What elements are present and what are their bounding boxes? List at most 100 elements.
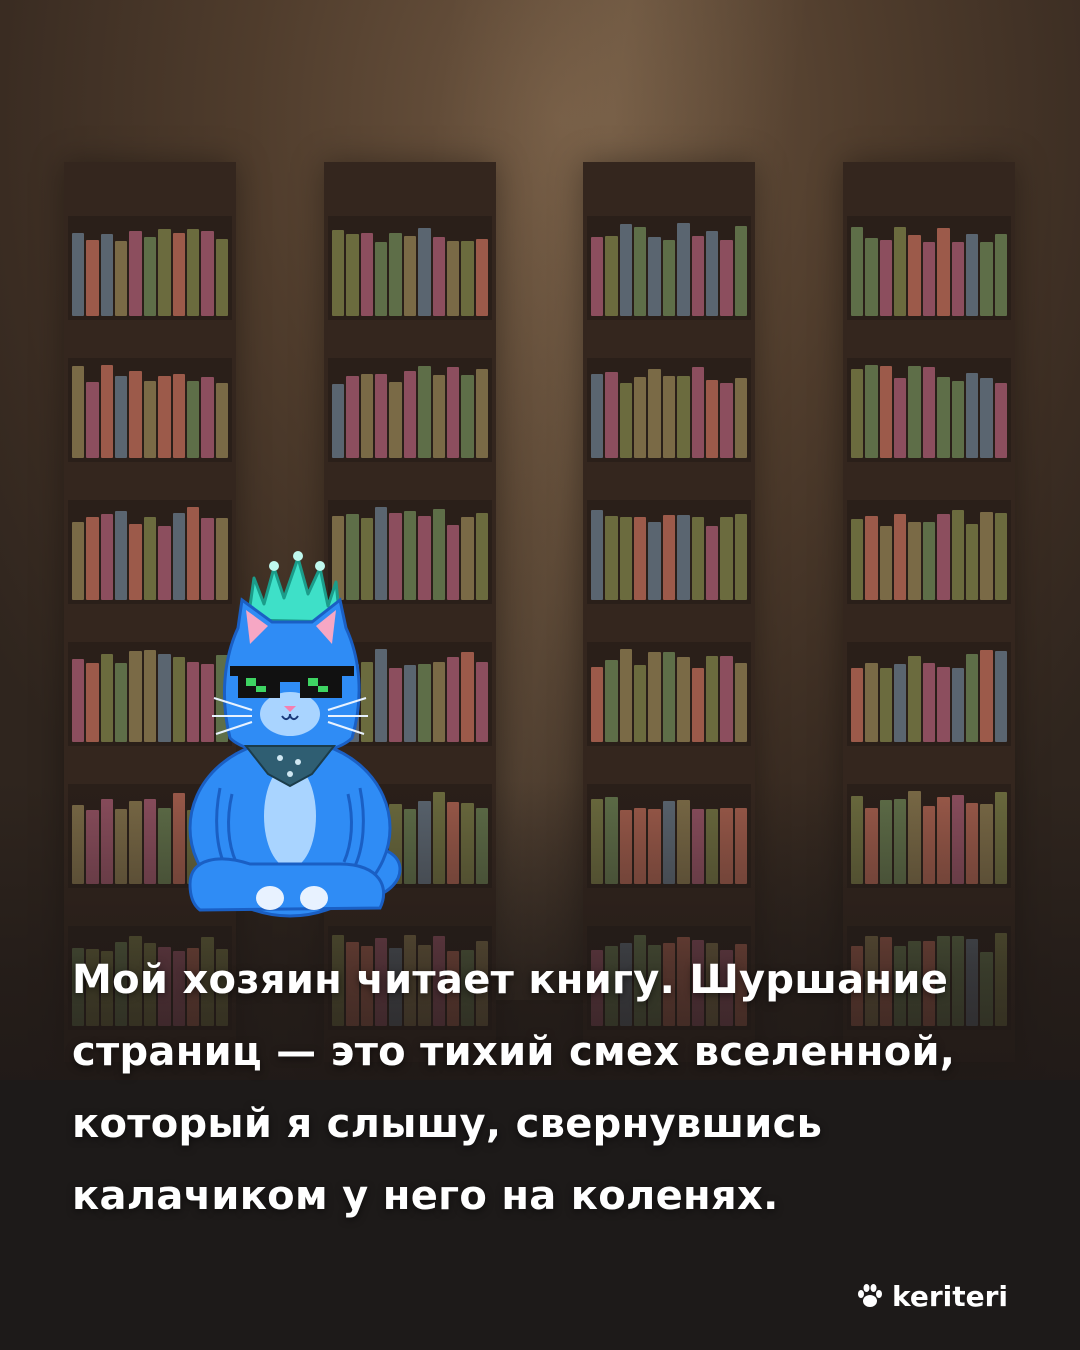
book-spine xyxy=(432,509,445,600)
book-spine xyxy=(648,369,661,458)
book-spine xyxy=(201,231,214,316)
book-spine xyxy=(100,234,114,316)
book-shelf xyxy=(68,358,232,462)
book-spine xyxy=(937,514,950,600)
book-spine xyxy=(937,667,950,742)
book-spine xyxy=(662,652,676,742)
book-shelf xyxy=(587,642,751,746)
book-spine xyxy=(980,378,993,458)
book-spine xyxy=(691,236,704,316)
book-spine xyxy=(115,241,128,316)
book-spine xyxy=(619,383,633,458)
book-spine xyxy=(418,664,431,742)
book-spine xyxy=(734,378,747,458)
book-spine xyxy=(634,517,647,600)
book-spine xyxy=(129,524,142,600)
book-spine xyxy=(677,376,690,458)
book-spine xyxy=(332,230,345,316)
book-spine xyxy=(605,372,618,458)
book-shelf xyxy=(587,216,751,320)
book-spine xyxy=(591,510,604,600)
book-spine xyxy=(403,371,417,458)
book-spine xyxy=(143,517,157,600)
book-spine xyxy=(461,241,474,316)
book-spine xyxy=(691,517,704,600)
book-spine xyxy=(86,240,99,316)
book-spine xyxy=(894,514,907,600)
book-spine xyxy=(115,663,128,742)
paw-icon xyxy=(857,1284,882,1307)
book-spine xyxy=(634,665,647,742)
book-spine xyxy=(922,663,936,742)
book-spine xyxy=(720,240,733,316)
book-spine xyxy=(720,656,733,742)
book-spine xyxy=(677,515,690,600)
book-spine xyxy=(937,377,950,458)
caption-line-2: страниц — это тихий смех вселенной, xyxy=(72,1029,956,1075)
book-spine xyxy=(937,228,950,316)
book-shelf xyxy=(847,216,1011,320)
book-spine xyxy=(965,234,979,316)
book-spine xyxy=(662,240,676,316)
book-spine xyxy=(705,231,719,316)
book-spine xyxy=(475,239,488,316)
book-spine xyxy=(908,366,921,458)
book-spine xyxy=(922,367,936,458)
book-spine xyxy=(691,367,704,458)
book-spine xyxy=(186,229,200,316)
book-spine xyxy=(980,512,993,600)
book-spine xyxy=(375,242,388,316)
book-spine xyxy=(158,376,171,458)
book-spine xyxy=(851,369,864,458)
book-spine xyxy=(865,516,878,600)
book-spine xyxy=(418,228,431,316)
book-spine xyxy=(172,374,185,458)
book-spine xyxy=(851,668,864,742)
blue-cat-illustration xyxy=(188,551,402,918)
book-spine xyxy=(475,662,488,742)
book-spine xyxy=(894,664,907,742)
book-spine xyxy=(129,231,142,316)
book-spine xyxy=(734,226,747,316)
book-shelf xyxy=(847,500,1011,604)
book-spine xyxy=(879,526,893,600)
story-caption: Мой хозяин читает книгу. Шуршание страни… xyxy=(72,944,1022,1232)
book-spine xyxy=(865,663,878,742)
book-spine xyxy=(591,237,604,316)
book-spine xyxy=(475,513,488,600)
book-spine xyxy=(389,233,402,316)
book-spine xyxy=(634,227,647,316)
book-spine xyxy=(865,365,878,458)
book-spine xyxy=(994,513,1007,600)
book-shelf xyxy=(587,500,751,604)
book-spine xyxy=(446,367,460,458)
book-spine xyxy=(879,240,893,316)
book-spine xyxy=(662,515,676,600)
book-spine xyxy=(922,522,936,600)
book-spine xyxy=(158,654,171,742)
book-spine xyxy=(461,652,474,742)
book-spine xyxy=(619,517,633,600)
book-spine xyxy=(432,237,445,316)
book-spine xyxy=(634,377,647,458)
caption-line-1: Мой хозяин читает книгу. Шуршание xyxy=(72,957,949,1003)
book-spine xyxy=(705,380,719,458)
book-spine xyxy=(100,514,114,600)
book-spine xyxy=(605,516,618,600)
book-spine xyxy=(951,381,964,458)
book-spine xyxy=(72,233,85,316)
book-spine xyxy=(403,236,417,316)
book-spine xyxy=(432,375,445,458)
book-spine xyxy=(346,376,359,458)
book-shelf xyxy=(587,358,751,462)
book-spine xyxy=(591,667,604,742)
book-spine xyxy=(965,373,979,458)
book-spine xyxy=(215,239,228,316)
book-spine xyxy=(360,233,374,316)
book-spine xyxy=(648,652,661,742)
book-spine xyxy=(129,651,142,742)
book-spine xyxy=(591,374,604,458)
book-spine xyxy=(475,369,488,458)
book-spine xyxy=(360,374,374,458)
book-spine xyxy=(186,381,200,458)
